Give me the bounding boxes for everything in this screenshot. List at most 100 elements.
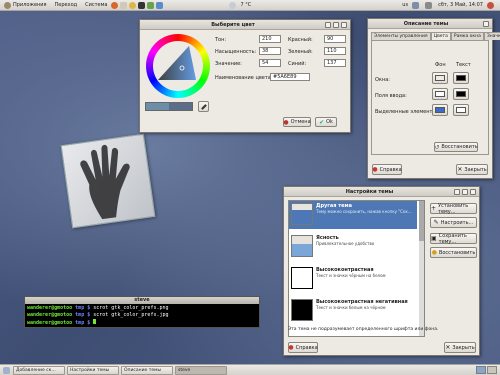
weather-applet[interactable]: 7 °C bbox=[229, 1, 252, 9]
menu-system-label: Система bbox=[85, 2, 108, 8]
taskbar-item[interactable]: Настройки темы bbox=[67, 365, 119, 375]
theme-prefs-close-button[interactable]: ✕ Закрыть bbox=[444, 342, 476, 353]
theme-details-close-button[interactable]: ✕ Закрыть bbox=[456, 164, 488, 175]
volume-icon[interactable] bbox=[425, 1, 433, 9]
colors-reset-label: Восстановить bbox=[441, 144, 478, 150]
theme-preferences-title: Настройки темы bbox=[345, 188, 394, 195]
saturation-value-triangle[interactable] bbox=[146, 34, 210, 98]
revert-theme-button[interactable]: ● Восстановить bbox=[430, 247, 477, 258]
theme-details-tabs: Элементы управления Цвета Рамка окна Зна… bbox=[371, 32, 500, 40]
theme-item-custom[interactable]: Другая тема Тему можно сохранить, нажав … bbox=[289, 201, 417, 229]
input-text-color-button[interactable] bbox=[453, 88, 469, 100]
theme-item-high-contrast[interactable]: Высококонтрастная Текст и значки чёрным … bbox=[289, 265, 417, 293]
revert-icon: ● bbox=[431, 249, 437, 256]
workspace-2[interactable] bbox=[487, 366, 497, 374]
menu-applications[interactable]: Приложения bbox=[0, 1, 51, 9]
value-spinbox[interactable]: 54 bbox=[259, 59, 281, 67]
network-status-icon[interactable] bbox=[412, 1, 420, 9]
power-icon[interactable] bbox=[487, 1, 494, 9]
minimize-icon[interactable] bbox=[325, 21, 331, 28]
theme-description: Тему можно сохранить, нажав кнопку "Сох.… bbox=[316, 209, 412, 214]
colors-reset-button[interactable]: ↺ Восстановить bbox=[434, 142, 478, 152]
minimize-icon[interactable] bbox=[454, 188, 460, 195]
hue-label: Тон: bbox=[215, 37, 227, 43]
theme-item-clearlooks[interactable]: Ясность Привлекательное удобство bbox=[289, 233, 417, 261]
theme-preferences-titlebar[interactable]: Настройки темы bbox=[284, 187, 479, 197]
hue-ring[interactable] bbox=[146, 34, 210, 98]
editor-launcher-icon[interactable] bbox=[147, 1, 155, 9]
input-text-swatch bbox=[456, 91, 466, 97]
color-ok-button[interactable]: ✔ Ok bbox=[315, 117, 337, 127]
taskbar-item[interactable]: steve bbox=[175, 365, 227, 375]
hue-spinbox[interactable]: 210 bbox=[259, 35, 281, 43]
reset-icon: ↺ bbox=[434, 143, 440, 151]
input-bg-color-button[interactable] bbox=[432, 88, 448, 100]
help-icon: ● bbox=[288, 344, 294, 351]
input-bg-swatch bbox=[435, 91, 445, 97]
network-launcher-icon[interactable] bbox=[156, 1, 164, 9]
theme-prefs-help-label: Справка bbox=[295, 344, 318, 351]
save-icon: ▣ bbox=[431, 235, 437, 242]
green-spinbox[interactable]: 110 bbox=[324, 47, 346, 55]
customize-theme-button[interactable]: ✎ Настроить... bbox=[430, 217, 477, 228]
theme-list[interactable]: Другая тема Тему можно сохранить, нажав … bbox=[288, 200, 425, 337]
weather-temperature: 7 °C bbox=[240, 2, 252, 8]
theme-thumbnail bbox=[291, 267, 313, 289]
scrollbar-thumb[interactable] bbox=[419, 201, 424, 241]
maximize-icon[interactable] bbox=[462, 188, 468, 195]
red-spinbox[interactable]: 90 bbox=[324, 35, 346, 43]
close-icon[interactable] bbox=[341, 21, 347, 28]
workspace-1[interactable] bbox=[476, 366, 486, 374]
firefox-launcher-icon[interactable] bbox=[111, 1, 119, 9]
color-chooser-titlebar[interactable]: Выберите цвет bbox=[140, 20, 350, 30]
windows-bg-color-button[interactable] bbox=[432, 72, 448, 84]
menu-applications-label: Приложения bbox=[13, 2, 47, 8]
menu-system[interactable]: Система bbox=[81, 2, 111, 8]
color-name-field[interactable]: #5A6E89 bbox=[270, 73, 310, 81]
selected-bg-color-button[interactable] bbox=[432, 104, 448, 116]
install-theme-button[interactable]: + Установить тему... bbox=[430, 202, 477, 215]
close-icon[interactable] bbox=[470, 188, 476, 195]
keyboard-layout-indicator[interactable]: us bbox=[402, 2, 408, 8]
theme-prefs-help-button[interactable]: ● Справка bbox=[288, 342, 318, 353]
maximize-icon[interactable] bbox=[333, 21, 339, 28]
windows-text-swatch bbox=[456, 75, 466, 81]
help-launcher-icon[interactable] bbox=[129, 1, 137, 9]
tab-colors[interactable]: Цвета bbox=[430, 32, 451, 40]
clock[interactable]: сбт, 3 Май, 14:07 bbox=[438, 2, 483, 8]
workspace-switcher[interactable] bbox=[476, 366, 497, 374]
color-cancel-button[interactable]: ● Отмена bbox=[283, 117, 311, 127]
close-x-icon: ✕ bbox=[457, 166, 463, 173]
theme-list-scrollbar[interactable] bbox=[419, 201, 424, 336]
close-icon[interactable] bbox=[483, 20, 489, 27]
tab-controls[interactable]: Элементы управления bbox=[371, 32, 431, 40]
save-theme-button[interactable]: ▣ Сохранить тему... bbox=[430, 233, 477, 245]
show-desktop-icon[interactable] bbox=[3, 366, 10, 374]
terminal-launcher-icon[interactable] bbox=[138, 1, 146, 9]
tab-window-border[interactable]: Рамка окна bbox=[450, 32, 484, 40]
terminal-titlebar[interactable]: steve bbox=[25, 297, 259, 304]
mail-launcher-icon[interactable] bbox=[120, 1, 128, 9]
theme-details-titlebar[interactable]: Описание темы bbox=[368, 19, 492, 29]
menu-places[interactable]: Переход bbox=[51, 2, 82, 8]
windows-text-color-button[interactable] bbox=[453, 72, 469, 84]
saturation-spinbox[interactable]: 38 bbox=[259, 47, 281, 55]
theme-thumbnail bbox=[291, 299, 313, 321]
theme-details-help-button[interactable]: ● Справка bbox=[372, 164, 402, 175]
color-name-label: Наименование цвета: bbox=[215, 75, 273, 81]
theme-item-high-contrast-inverse[interactable]: Высококонтрастная негативная Текст и зна… bbox=[289, 297, 417, 325]
handprint-wallpaper-image bbox=[60, 133, 156, 229]
selected-bg-swatch bbox=[435, 107, 445, 113]
blue-spinbox[interactable]: 137 bbox=[324, 59, 346, 67]
selected-text-color-button[interactable] bbox=[453, 104, 469, 116]
red-label: Красный: bbox=[288, 37, 313, 43]
eyedropper-button[interactable] bbox=[198, 101, 209, 112]
tab-icons[interactable]: Значки bbox=[483, 32, 500, 40]
help-icon: ● bbox=[372, 166, 378, 173]
taskbar-item[interactable]: Описание темы bbox=[121, 365, 173, 375]
install-theme-label: Установить тему... bbox=[438, 202, 469, 215]
taskbar-item[interactable]: Добавление ск... bbox=[13, 365, 65, 375]
selected-text-swatch bbox=[456, 107, 466, 113]
terminal-output[interactable]: wanderer@gmotoo tmp $ scrot gtk_color_pr… bbox=[25, 304, 259, 327]
weather-cloud-icon bbox=[229, 1, 237, 9]
